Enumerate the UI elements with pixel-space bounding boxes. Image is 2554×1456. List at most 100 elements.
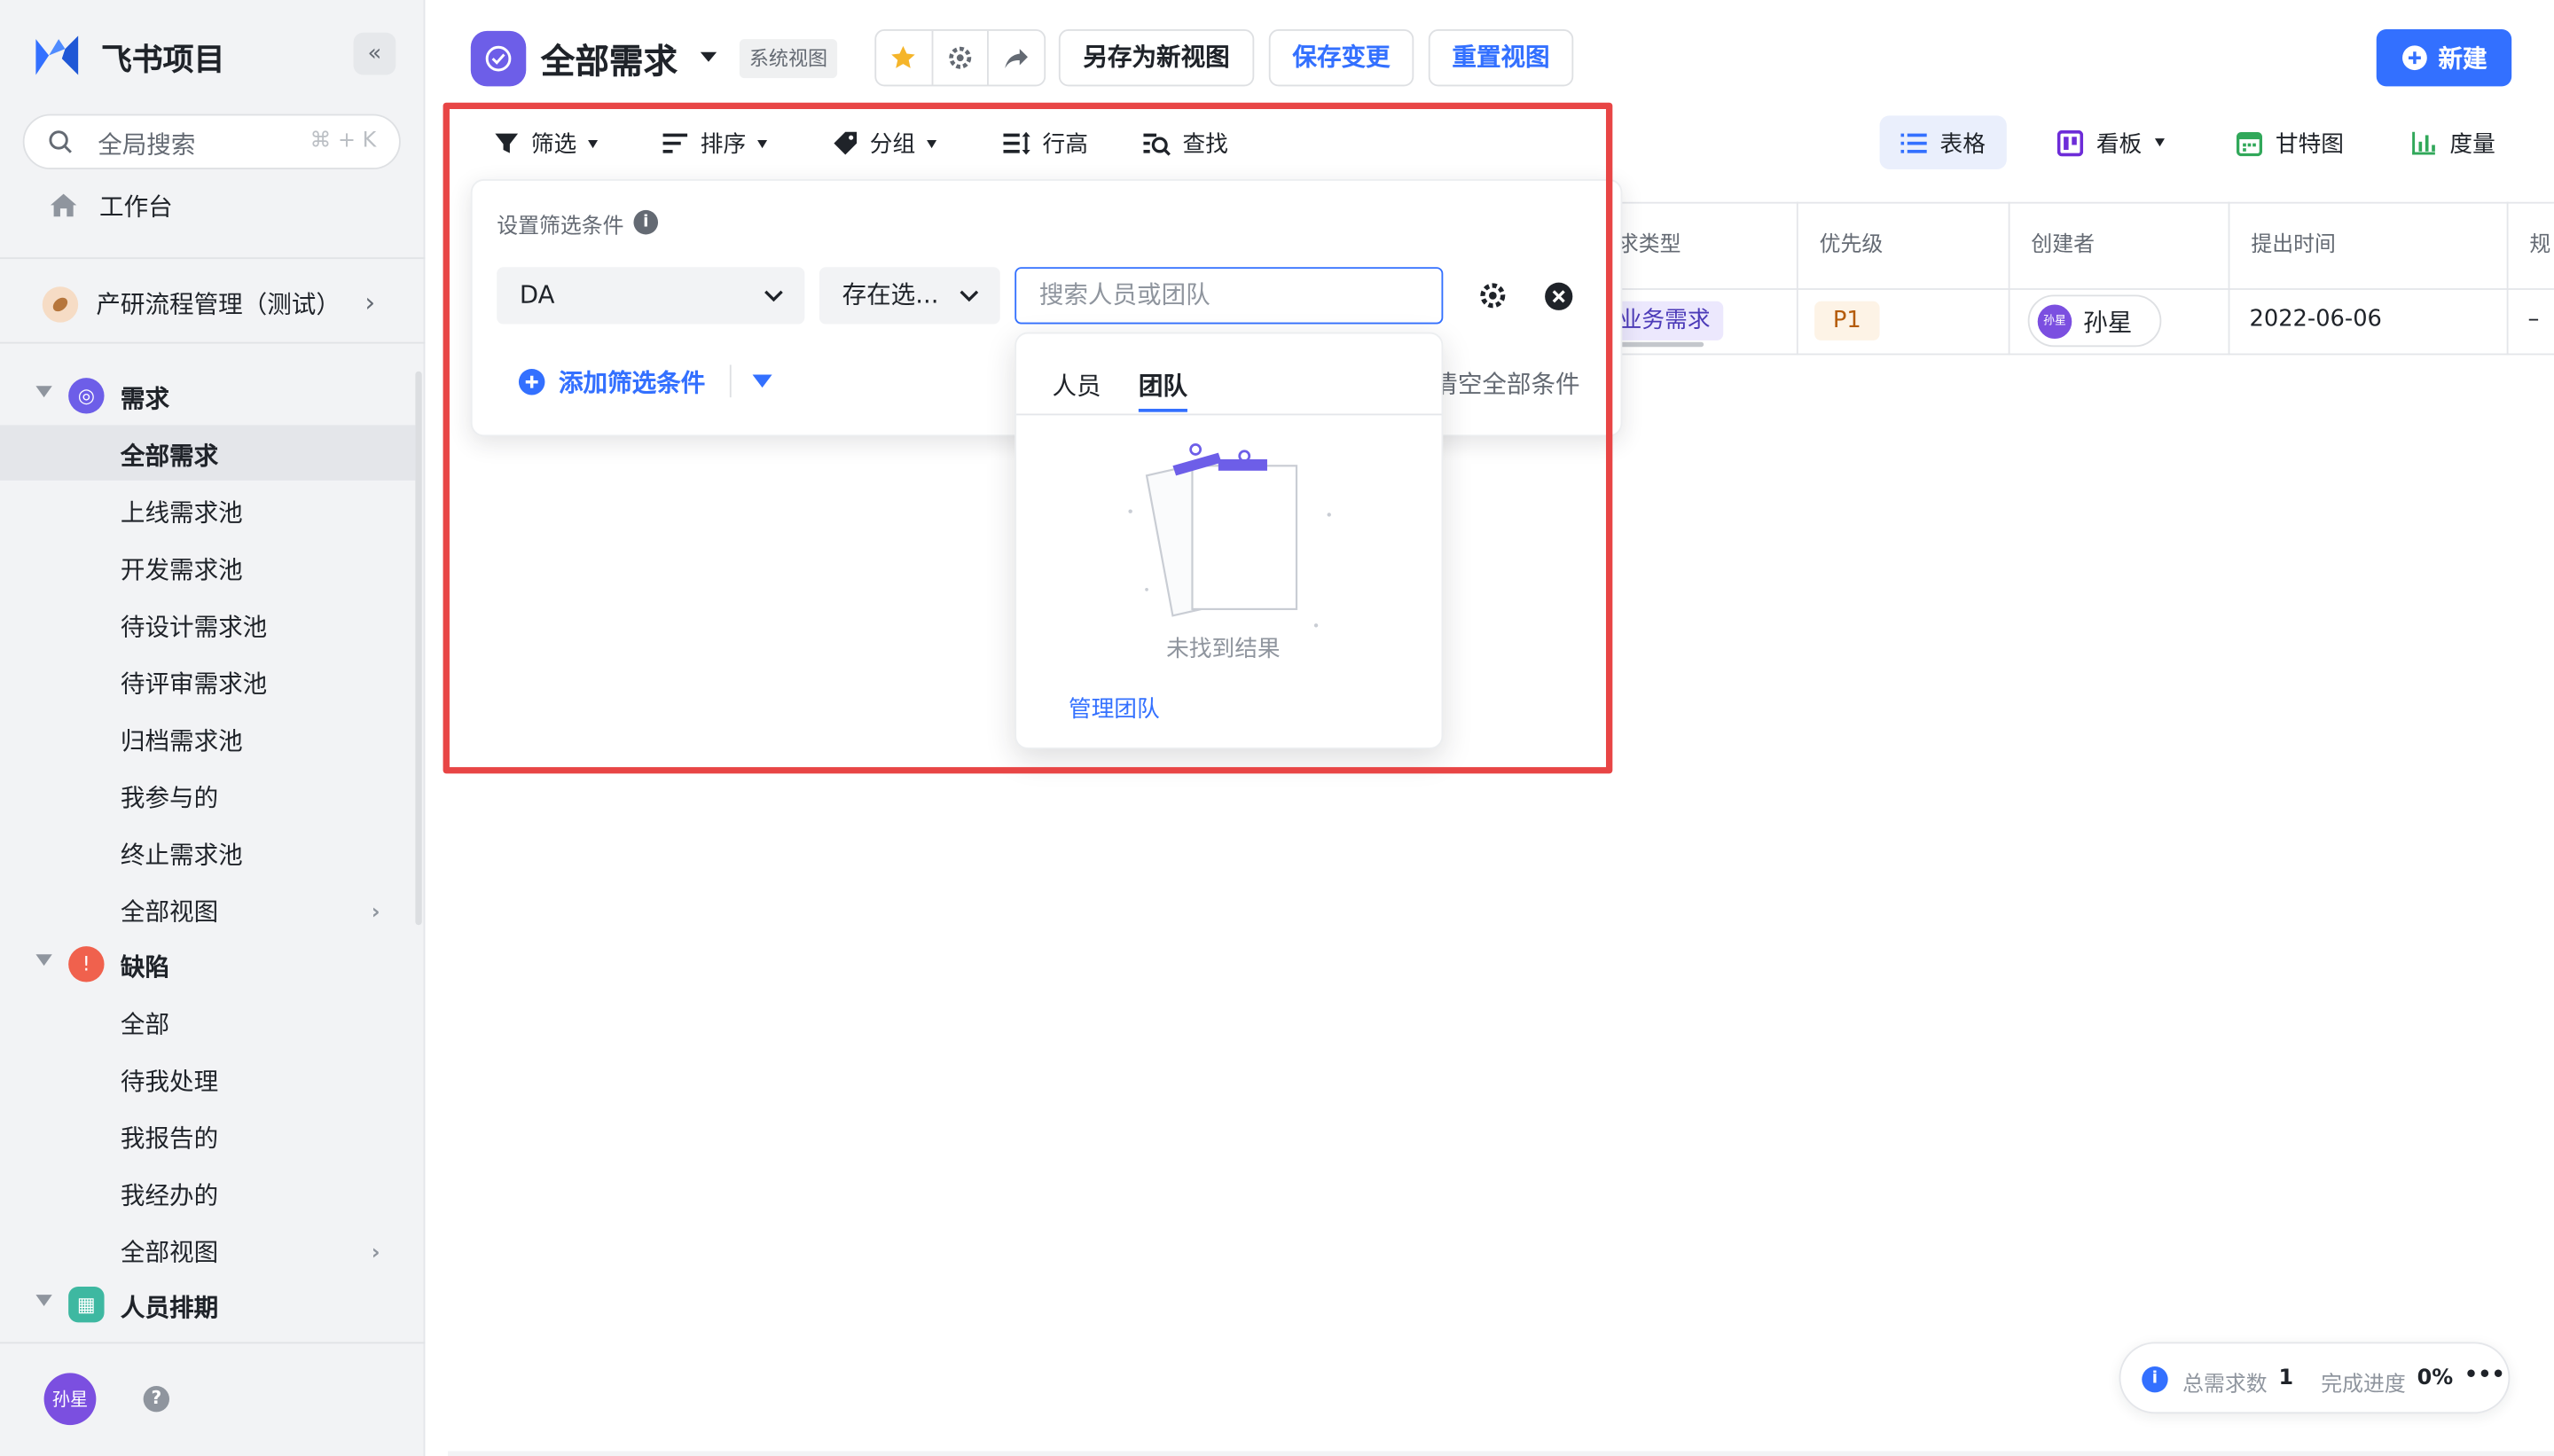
- chevron-down-icon: [764, 290, 783, 302]
- divider: [0, 1342, 426, 1344]
- find-label: 查找: [1182, 131, 1228, 159]
- table-cell-type[interactable]: 业务需求: [1595, 290, 1798, 356]
- more-icon[interactable]: •••: [2464, 1363, 2505, 1388]
- page-title[interactable]: 全部需求: [541, 35, 678, 84]
- sidebar-item-terminated-pool[interactable]: 终止需求池: [0, 824, 415, 879]
- tab-label: 度量: [2449, 130, 2495, 158]
- divider: [729, 364, 732, 398]
- sidebar-item-review-pool[interactable]: 待评审需求池: [0, 654, 415, 708]
- sidebar-item-all-defects[interactable]: 全部: [0, 993, 415, 1048]
- sidebar-item-label: 全部: [120, 1009, 170, 1039]
- horizontal-scrollbar[interactable]: [448, 1451, 2554, 1456]
- kanban-icon: [2057, 129, 2084, 156]
- help-icon[interactable]: ?: [143, 1386, 170, 1413]
- gear-icon[interactable]: [1477, 280, 1508, 311]
- home-icon: [50, 193, 77, 217]
- sidebar-item-dev-pool[interactable]: 开发需求池: [0, 539, 415, 594]
- list-icon: [1900, 132, 1927, 153]
- clear-all-button[interactable]: 清空全部条件: [1433, 366, 1579, 399]
- feishu-project-logo-icon: [35, 35, 79, 75]
- app-name: 飞书项目: [100, 42, 225, 79]
- add-filter-label: 添加筛选条件: [558, 367, 706, 397]
- save-as-view-button[interactable]: 另存为新视图: [1058, 29, 1255, 87]
- schedule-grid-icon: ▦: [68, 1286, 105, 1323]
- column-header-date[interactable]: 提出时间: [2228, 201, 2509, 290]
- sidebar-group-requirements[interactable]: ◎ 需求: [0, 370, 415, 425]
- settings-button[interactable]: [933, 30, 990, 85]
- tab-label: 甘特图: [2275, 130, 2345, 158]
- view-type-icon: [470, 30, 527, 87]
- save-changes-button[interactable]: 保存变更: [1268, 29, 1414, 87]
- caret-down-icon[interactable]: [700, 51, 717, 62]
- sidebar-item-reported[interactable]: 我报告的: [0, 1108, 415, 1162]
- caret-down-icon: [588, 139, 599, 148]
- sidebar-item-label: 我参与的: [120, 783, 219, 813]
- caret-down-icon: [757, 139, 768, 148]
- empty-clipboard-illustration: [1128, 443, 1331, 628]
- filter-button[interactable]: 筛选: [494, 127, 599, 160]
- sidebar-scrollbar[interactable]: [415, 371, 422, 926]
- new-button[interactable]: 新建: [2376, 29, 2512, 87]
- manage-teams-link[interactable]: 管理团队: [1069, 693, 1160, 725]
- tab-members[interactable]: 人员: [1053, 368, 1101, 403]
- bar-chart-icon: [2412, 130, 2435, 154]
- nav-workbench[interactable]: 工作台: [0, 177, 415, 232]
- system-view-badge: 系统视图: [739, 39, 838, 79]
- info-icon: i: [2142, 1366, 2168, 1393]
- column-header-extra[interactable]: 规: [2506, 201, 2554, 290]
- sort-icon: [662, 133, 688, 153]
- table-cell-date[interactable]: 2022-06-06: [2228, 289, 2509, 356]
- group-label: 分组: [869, 131, 916, 159]
- sidebar-item-handled[interactable]: 我经办的: [0, 1164, 415, 1219]
- reset-view-button[interactable]: 重置视图: [1428, 29, 1574, 87]
- sidebar-item-defect-views[interactable]: 全部视图 ›: [0, 1222, 415, 1277]
- filter-operator-select[interactable]: 存在选...: [819, 267, 1000, 325]
- group-button[interactable]: 分组: [833, 127, 937, 160]
- share-arrow-icon: [1005, 48, 1029, 68]
- tab-gantt[interactable]: 甘特图: [2215, 115, 2365, 169]
- caret-down-icon[interactable]: [752, 374, 772, 388]
- sidebar-item-label: 待设计需求池: [120, 612, 268, 642]
- chevron-right-icon: ›: [371, 1241, 380, 1266]
- sidebar-item-release-pool[interactable]: 上线需求池: [0, 482, 415, 537]
- find-button[interactable]: 查找: [1143, 127, 1228, 160]
- filter-value-input[interactable]: 搜索人员或团队: [1015, 267, 1444, 325]
- info-icon[interactable]: i: [633, 209, 659, 235]
- favorite-button[interactable]: [876, 30, 933, 85]
- sidebar-group-defects[interactable]: ! 缺陷: [0, 938, 415, 993]
- remove-condition-icon[interactable]: [1544, 282, 1573, 311]
- sidebar-item-participated[interactable]: 我参与的: [0, 767, 415, 822]
- tab-table[interactable]: 表格: [1879, 115, 2007, 170]
- sidebar-group-scheduling[interactable]: ▦ 人员排期: [0, 1279, 415, 1334]
- table-cell-creator[interactable]: 孙星 孙星: [2008, 289, 2230, 356]
- table-cell-priority[interactable]: P1: [1796, 289, 2010, 356]
- column-header-type[interactable]: 求类型: [1595, 201, 1798, 290]
- global-search-input[interactable]: 全局搜索 ⌘ + K: [22, 114, 401, 170]
- sidebar-item-design-pool[interactable]: 待设计需求池: [0, 596, 415, 651]
- sidebar-item-archive-pool[interactable]: 归档需求池: [0, 710, 415, 765]
- tab-kanban[interactable]: 看板: [2036, 115, 2186, 169]
- sidebar-item-all-requirements[interactable]: 全部需求: [0, 425, 416, 481]
- filter-field-select[interactable]: DA: [497, 267, 805, 325]
- row-height-button[interactable]: 行高: [1003, 127, 1088, 160]
- plus-circle-icon: [518, 368, 545, 395]
- sort-label: 排序: [700, 131, 747, 159]
- total-label: 总需求数: [2182, 1373, 2268, 1397]
- sort-button[interactable]: 排序: [662, 127, 768, 160]
- sidebar-item-todo[interactable]: 待我处理: [0, 1051, 415, 1106]
- table-cell-extra[interactable]: –: [2506, 289, 2554, 356]
- filter-input-placeholder: 搜索人员或团队: [1038, 279, 1210, 309]
- tab-teams[interactable]: 团队: [1139, 368, 1187, 403]
- tab-metrics[interactable]: 度量: [2389, 115, 2516, 169]
- search-shortcut: ⌘ + K: [309, 129, 377, 153]
- column-header-creator[interactable]: 创建者: [2008, 201, 2230, 290]
- add-filter-button[interactable]: 添加筛选条件: [518, 364, 705, 397]
- total-value: 1: [2278, 1366, 2294, 1391]
- tab-label: 看板: [2096, 130, 2143, 158]
- avatar[interactable]: 孙星: [43, 1373, 97, 1426]
- column-header-priority[interactable]: 优先级: [1796, 201, 2010, 290]
- sidebar-item-all-views[interactable]: 全部视图 ›: [0, 881, 415, 936]
- collapse-sidebar-button[interactable]: «: [353, 32, 396, 75]
- share-button[interactable]: [990, 31, 1045, 85]
- empty-state-text: 未找到结果: [1166, 637, 1281, 663]
